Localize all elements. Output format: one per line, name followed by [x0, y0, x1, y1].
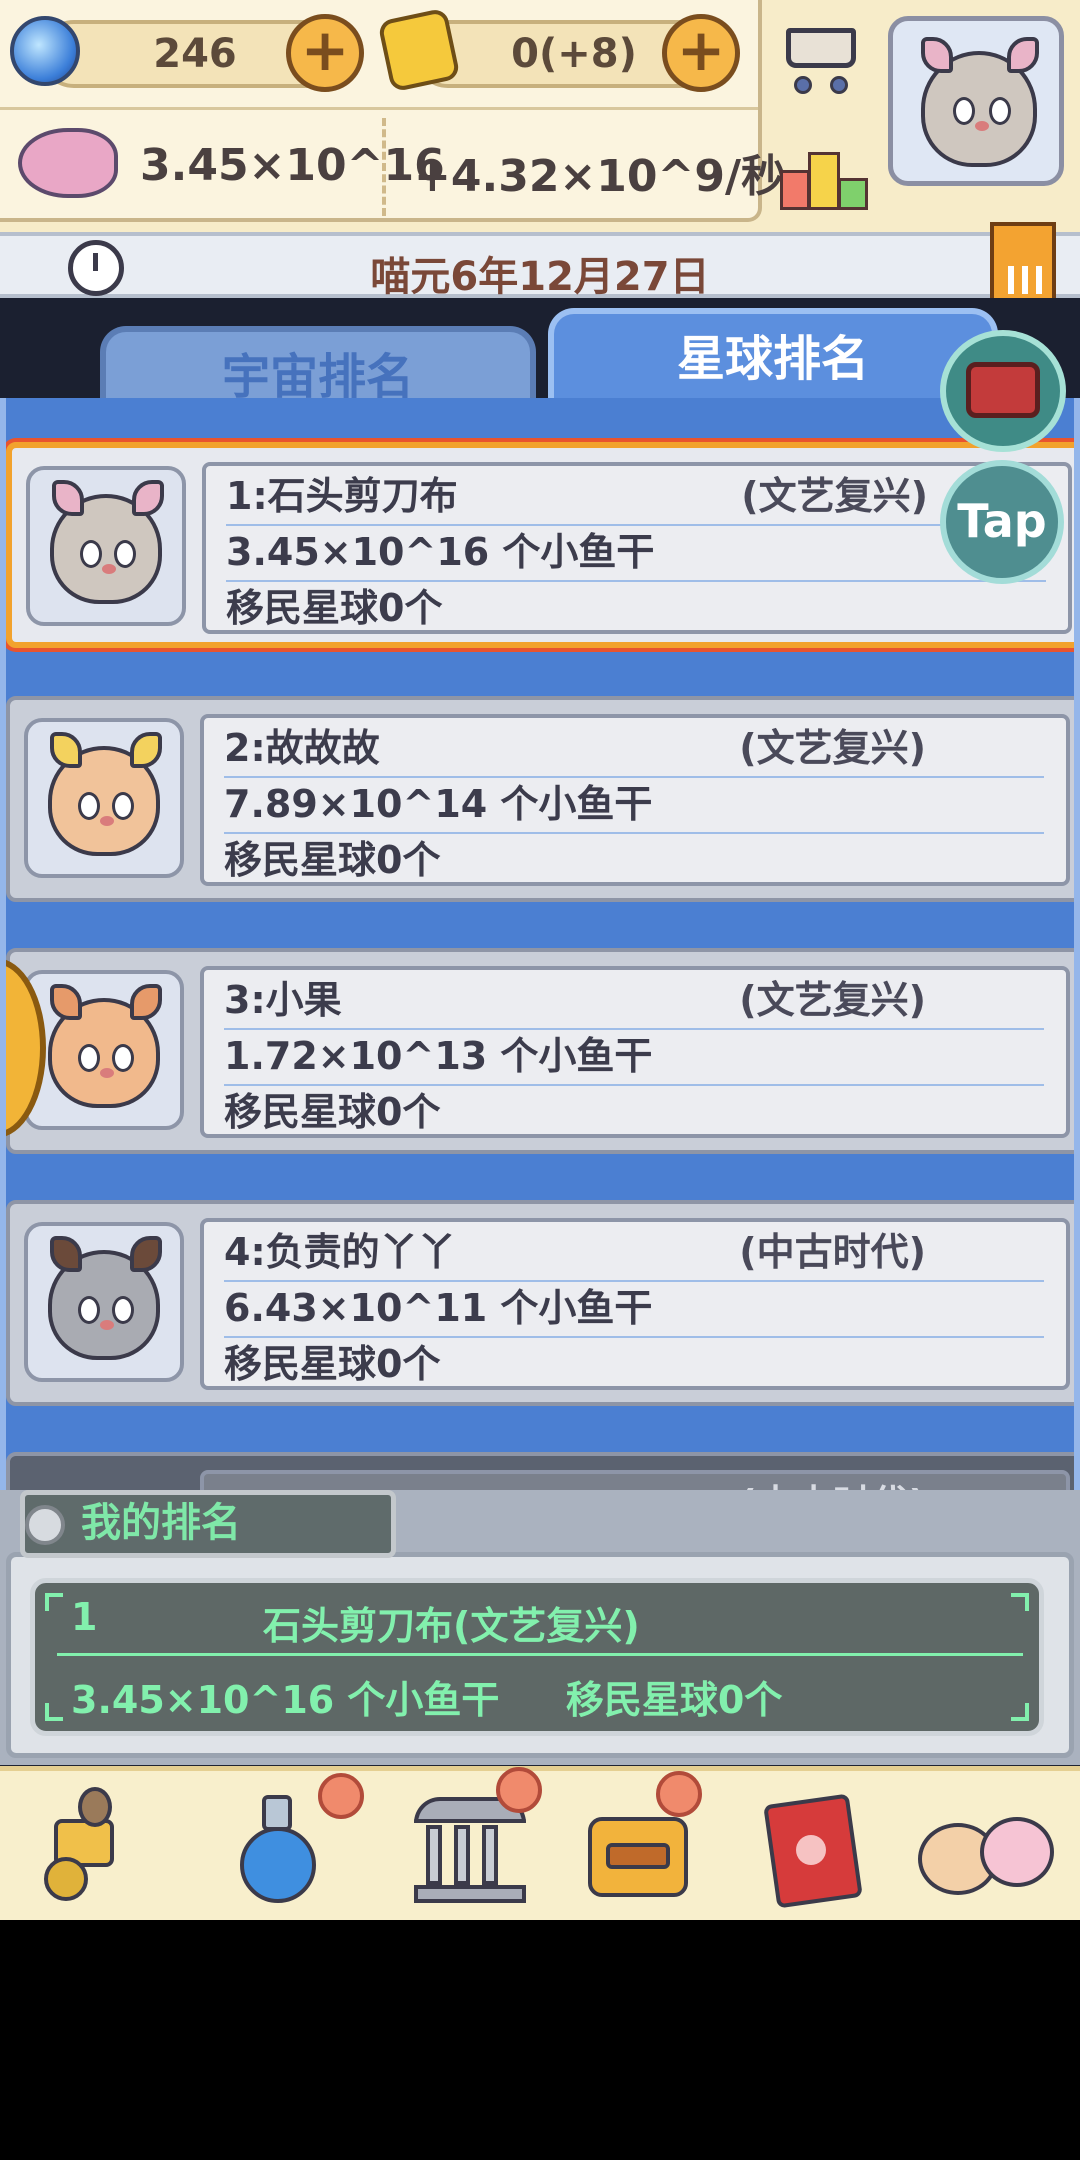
rank-migrants: 移民星球0个	[224, 1342, 441, 1386]
bottom-nav	[0, 1766, 1080, 1920]
nav-museum-button[interactable]	[392, 1767, 542, 1917]
ranking-row[interactable]: 1:石头剪刀布 (文艺复兴) 3.45×10^16 个小鱼干 移民星球0个	[6, 442, 1074, 648]
player-avatar[interactable]	[888, 16, 1064, 186]
nav-chest-button[interactable]	[560, 1771, 710, 1917]
my-rank-number: 1	[71, 1595, 98, 1639]
my-rank-panel: 我的排名 1 石头剪刀布(文艺复兴) 3.45×10^16 个小鱼干 移民星球0…	[0, 1490, 1080, 1765]
notification-badge	[496, 1767, 542, 1813]
my-rank-details: 3.45×10^16 个小鱼干 移民星球0个	[71, 1669, 782, 1724]
rank-migrants: 移民星球0个	[226, 586, 443, 630]
notification-badge	[318, 1773, 364, 1819]
coin-scroll-icon	[377, 7, 461, 93]
my-rank-divider	[57, 1653, 1023, 1656]
my-rank-title: 我的排名	[81, 1500, 241, 1546]
player-portrait	[24, 970, 184, 1130]
cat-avatar-icon	[48, 1236, 162, 1360]
cat-avatar-icon	[48, 984, 162, 1108]
player-portrait	[24, 1222, 184, 1382]
add-coins-button[interactable]: +	[662, 14, 740, 92]
player-portrait	[26, 466, 186, 626]
coin-count: 0(+8)	[511, 31, 637, 77]
fish-icon	[18, 128, 118, 198]
rank-fish: 1.72×10^13 个小鱼干	[224, 1034, 653, 1078]
cat-avatar-icon	[50, 480, 164, 604]
rank-era: (文艺复兴)	[739, 978, 926, 1022]
gem-icon	[10, 16, 80, 86]
rank-fish: 3.45×10^16 个小鱼干	[226, 530, 655, 574]
my-rank-fish: 3.45×10^16 个小鱼干	[71, 1678, 500, 1722]
rank-era: (中古时代)	[739, 1230, 926, 1274]
treasure-chest-icon	[966, 362, 1040, 418]
nav-book-button[interactable]	[740, 1777, 890, 1917]
tap-button[interactable]: Tap	[940, 460, 1064, 584]
ranking-info: 3:小果 (文艺复兴) 1.72×10^13 个小鱼干 移民星球0个	[200, 966, 1070, 1138]
date-bar: 喵元6年12月27日	[0, 232, 1080, 300]
rank-name: 2:故故故	[224, 726, 380, 770]
rank-migrants: 移民星球0个	[224, 1090, 441, 1134]
chest-button[interactable]	[940, 330, 1066, 452]
add-gems-button[interactable]: +	[286, 14, 364, 92]
rank-fish: 6.43×10^11 个小鱼干	[224, 1286, 653, 1330]
fish-total: 3.45×10^16	[140, 140, 445, 191]
game-date: 喵元6年12月27日	[370, 254, 710, 300]
nav-cart-button[interactable]	[20, 1777, 170, 1917]
rank-name: 4:负责的丫丫	[224, 1230, 456, 1274]
my-rank-name: 石头剪刀布(文艺复兴)	[263, 1604, 640, 1648]
avatar-cat-icon	[921, 37, 1039, 167]
shop-button[interactable]	[772, 10, 872, 100]
nav-cats-button[interactable]	[910, 1777, 1060, 1917]
bolt-icon	[25, 1505, 65, 1545]
my-rank-screen: 1 石头剪刀布(文艺复兴) 3.45×10^16 个小鱼干 移民星球0个	[30, 1578, 1044, 1736]
my-rank-migrants: 移民星球0个	[565, 1678, 783, 1722]
ranking-row[interactable]: 2:故故故 (文艺复兴) 7.89×10^14 个小鱼干 移民星球0个	[6, 696, 1074, 902]
rank-fish: 7.89×10^14 个小鱼干	[224, 782, 653, 826]
rank-name: 1:石头剪刀布	[226, 474, 458, 518]
rank-era: (文艺复兴)	[741, 474, 928, 518]
player-portrait	[24, 718, 184, 878]
nav-potion-button[interactable]	[200, 1773, 364, 1917]
ranking-info: 1:石头剪刀布 (文艺复兴) 3.45×10^16 个小鱼干 移民星球0个	[202, 462, 1072, 634]
screen-bottom-blank	[0, 1920, 1080, 2160]
resource-header: 246 + 0(+8) + 3.45×10^16 +4.32×10^9/秒	[0, 0, 1080, 232]
gem-count: 246	[153, 31, 237, 77]
game-screen: 246 + 0(+8) + 3.45×10^16 +4.32×10^9/秒 喵元…	[0, 0, 1080, 1920]
ranking-row[interactable]: 3:小果 (文艺复兴) 1.72×10^13 个小鱼干 移民星球0个	[6, 948, 1074, 1154]
cat-avatar-icon	[48, 732, 162, 856]
my-rank-title-tab: 我的排名	[20, 1490, 396, 1558]
ranking-list[interactable]: 1:石头剪刀布 (文艺复兴) 3.45×10^16 个小鱼干 移民星球0个 2:…	[0, 398, 1080, 1530]
fish-rate: +4.32×10^9/秒	[414, 151, 786, 202]
divider	[382, 118, 386, 216]
rank-name: 3:小果	[224, 978, 342, 1022]
ranking-info: 2:故故故 (文艺复兴) 7.89×10^14 个小鱼干 移民星球0个	[200, 714, 1070, 886]
rank-era: (文艺复兴)	[739, 726, 926, 770]
rank-migrants: 移民星球0个	[224, 838, 441, 882]
notification-badge	[656, 1771, 702, 1817]
ranking-row[interactable]: 4:负责的丫丫 (中古时代) 6.43×10^11 个小鱼干 移民星球0个	[6, 1200, 1074, 1406]
leaderboard-button[interactable]	[776, 124, 872, 210]
ranking-info: 4:负责的丫丫 (中古时代) 6.43×10^11 个小鱼干 移民星球0个	[200, 1218, 1070, 1390]
